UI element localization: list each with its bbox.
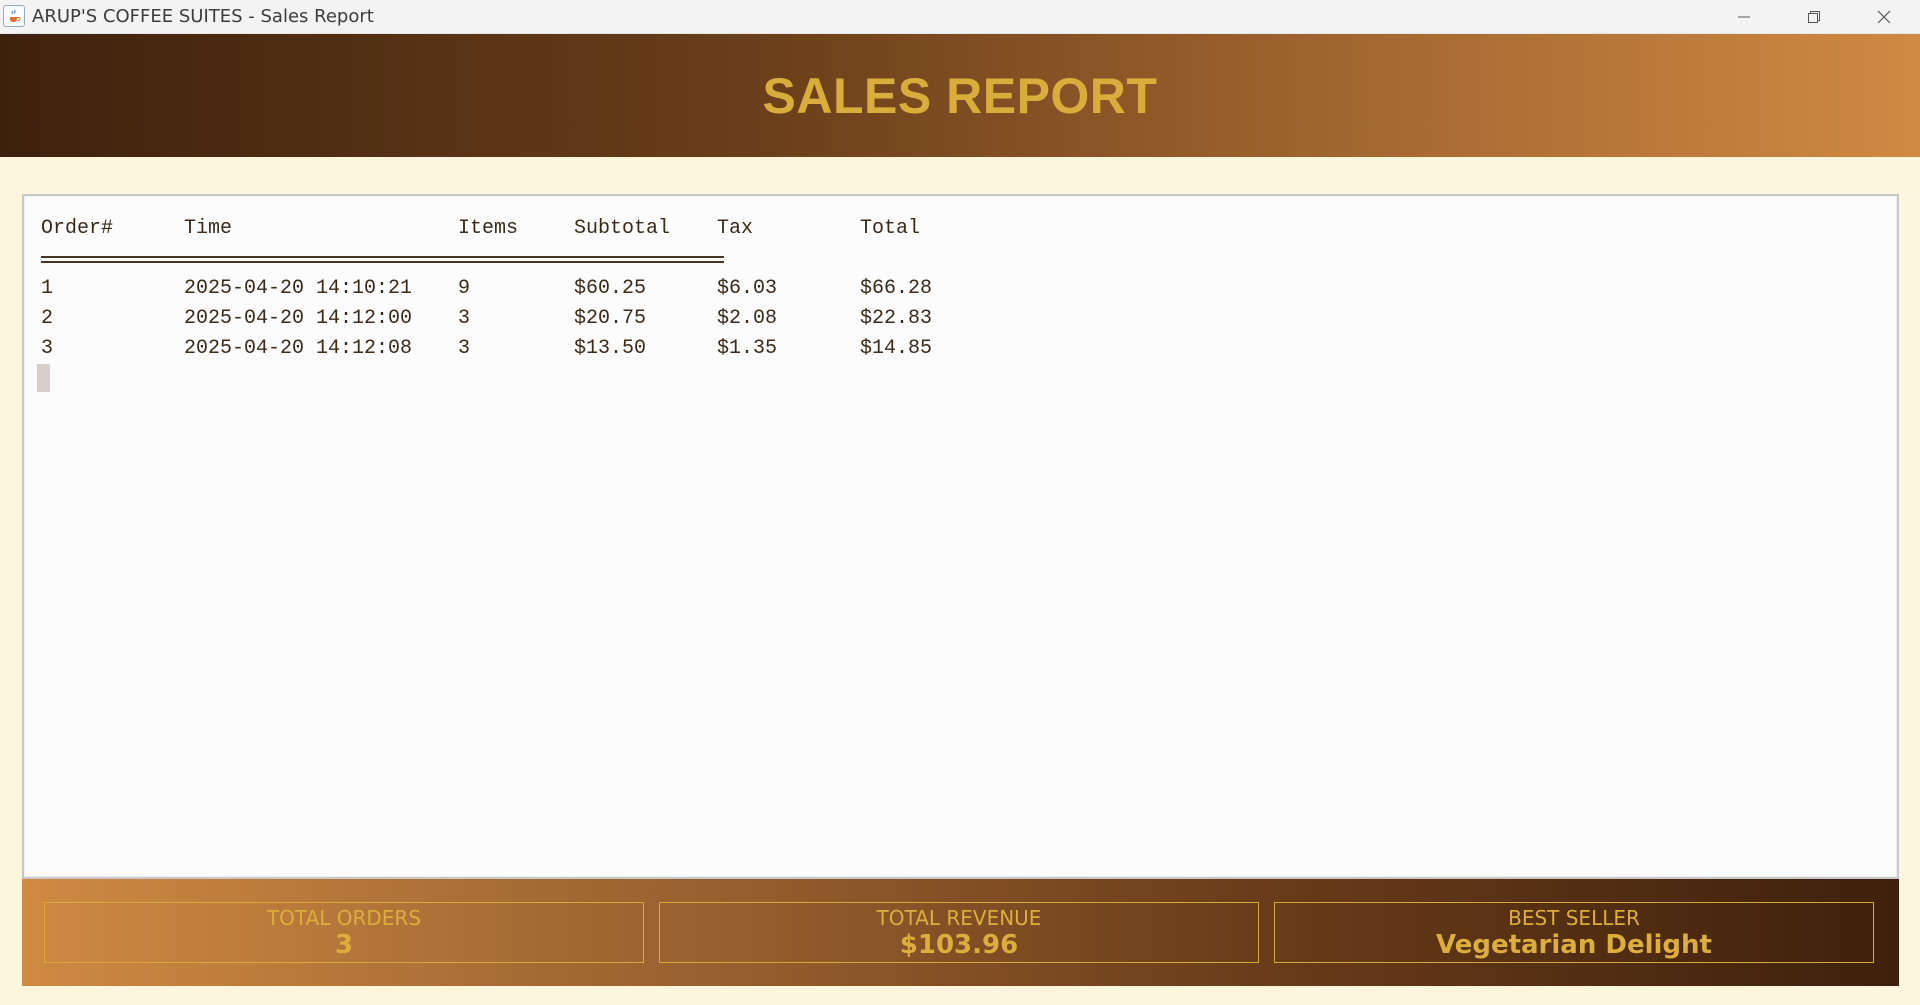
order-total: $66.28 xyxy=(860,277,933,300)
double-rule xyxy=(41,256,724,263)
close-button[interactable] xyxy=(1849,0,1919,34)
minimize-button[interactable] xyxy=(1709,0,1779,34)
minimize-icon xyxy=(1738,16,1750,18)
report-text-area[interactable]: Order# Time Items Subtotal Tax Total 1 2… xyxy=(22,194,1899,879)
column-header-subtotal: Subtotal xyxy=(574,217,671,240)
total-revenue-card: TOTAL REVENUE $103.96 xyxy=(659,902,1259,963)
order-subtotal: $20.75 xyxy=(574,307,647,330)
restore-button[interactable] xyxy=(1779,0,1849,34)
order-time: 2025-04-20 14:10:21 xyxy=(184,277,413,300)
order-total: $22.83 xyxy=(860,307,933,330)
order-items: 3 xyxy=(458,307,471,330)
total-revenue-value: $103.96 xyxy=(899,929,1019,960)
order-number: 1 xyxy=(41,277,54,300)
order-tax: $2.08 xyxy=(717,307,778,330)
column-header-time: Time xyxy=(184,217,233,240)
text-cursor xyxy=(37,364,50,392)
total-orders-label: TOTAL ORDERS xyxy=(266,905,422,930)
page-title: SALES REPORT xyxy=(762,67,1158,124)
column-header-total: Total xyxy=(860,217,921,240)
order-subtotal: $13.50 xyxy=(574,337,647,360)
order-number: 2 xyxy=(41,307,54,330)
order-time: 2025-04-20 14:12:08 xyxy=(184,337,413,360)
best-seller-label: BEST SELLER xyxy=(1508,905,1640,930)
summary-footer: TOTAL ORDERS 3 TOTAL REVENUE $103.96 BES… xyxy=(22,879,1899,986)
window-title: ARUP'S COFFEE SUITES - Sales Report xyxy=(32,6,374,27)
order-tax: $1.35 xyxy=(717,337,778,360)
column-header-items: Items xyxy=(458,217,519,240)
close-icon xyxy=(1877,10,1891,24)
window-title-bar: ARUP'S COFFEE SUITES - Sales Report xyxy=(0,0,1920,34)
total-orders-card: TOTAL ORDERS 3 xyxy=(44,902,644,963)
order-subtotal: $60.25 xyxy=(574,277,647,300)
column-header-tax: Tax xyxy=(717,217,754,240)
restore-icon xyxy=(1808,11,1820,23)
column-header-order: Order# xyxy=(41,217,114,240)
best-seller-value: Vegetarian Delight xyxy=(1436,929,1712,960)
order-tax: $6.03 xyxy=(717,277,778,300)
total-orders-value: 3 xyxy=(334,929,354,960)
order-number: 3 xyxy=(41,337,54,360)
order-items: 9 xyxy=(458,277,471,300)
java-cup-icon xyxy=(3,5,25,27)
order-total: $14.85 xyxy=(860,337,933,360)
total-revenue-label: TOTAL REVENUE xyxy=(876,905,1042,930)
best-seller-card: BEST SELLER Vegetarian Delight xyxy=(1274,902,1874,963)
order-items: 3 xyxy=(458,337,471,360)
report-header: SALES REPORT xyxy=(0,34,1920,157)
order-time: 2025-04-20 14:12:00 xyxy=(184,307,413,330)
